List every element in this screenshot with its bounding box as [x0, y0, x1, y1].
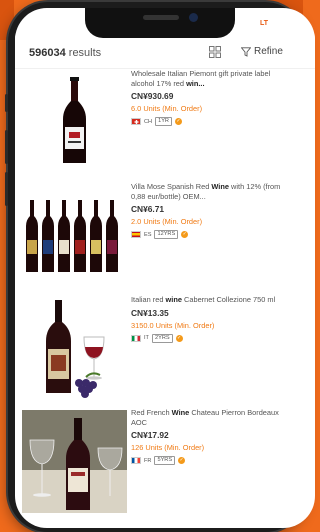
results-label: results — [68, 47, 102, 59]
filter-icon — [241, 46, 251, 57]
title-text: Italian red — [131, 295, 166, 304]
min-order: 6.0 Units (Min. Order) — [131, 104, 203, 114]
results-count: 596034 results — [29, 47, 101, 59]
verified-icon: ✓ — [181, 231, 189, 239]
product-info: Red French Wine Chateau Pierron Bordeaux… — [131, 408, 281, 466]
notch — [85, 8, 235, 38]
verified-icon: ✓ — [178, 457, 186, 465]
phone-screen: LT 596034 results Refine Wholesale Itali… — [15, 8, 315, 528]
product-image[interactable] — [22, 410, 127, 513]
product-card[interactable]: Red French Wine Chateau Pierron Bordeaux… — [15, 407, 315, 520]
wine-bottle-glass-icon — [46, 300, 105, 398]
front-camera — [189, 13, 198, 22]
product-title[interactable]: Red French Wine Chateau Pierron Bordeaux… — [131, 408, 281, 427]
wine-bottles-icon — [26, 200, 118, 272]
years-badge: 12YRS — [154, 230, 179, 240]
supplier-badges: FR 5YRS ✓ — [131, 456, 281, 466]
swiss-flag-icon — [131, 118, 141, 126]
min-order: 126 Units (Min. Order) — [131, 443, 205, 453]
product-title[interactable]: Villa Mose Spanish Red Wine with 12% (fr… — [131, 182, 281, 201]
spain-flag-icon — [131, 231, 141, 239]
result-count-number: 596034 — [29, 47, 66, 59]
product-image[interactable] — [22, 71, 127, 174]
italy-flag-icon — [131, 334, 141, 342]
product-price: CN¥17.92 — [131, 430, 169, 441]
refine-label: Refine — [254, 46, 283, 57]
product-info: Wholesale Italian Piemont gift private l… — [131, 69, 281, 127]
refine-button[interactable]: Refine — [241, 46, 283, 57]
product-price: CN¥6.71 — [131, 204, 165, 215]
product-title[interactable]: Wholesale Italian Piemont gift private l… — [131, 69, 281, 88]
product-list: Wholesale Italian Piemont gift private l… — [15, 68, 315, 520]
verified-icon: ✓ — [174, 118, 182, 126]
title-highlight: Wine — [171, 408, 190, 417]
supplier-badges: ES 12YRS ✓ — [131, 230, 281, 240]
title-highlight: wine — [165, 295, 182, 304]
country-code: CH — [144, 118, 153, 125]
years-badge: 1YR — [155, 117, 172, 127]
product-info: Villa Mose Spanish Red Wine with 12% (fr… — [131, 182, 281, 240]
volume-down-button — [5, 172, 8, 206]
supplier-badges: CH 1YR ✓ — [131, 117, 281, 127]
min-order: 2.0 Units (Min. Order) — [131, 217, 203, 227]
product-info: Italian red wine Cabernet Collezione 750… — [131, 295, 281, 343]
min-order: 3150.0 Units (Min. Order) — [131, 320, 215, 330]
product-card[interactable]: Villa Mose Spanish Red Wine with 12% (fr… — [15, 181, 315, 294]
product-card[interactable]: Wholesale Italian Piemont gift private l… — [15, 68, 315, 181]
grid-view-icon[interactable] — [209, 46, 221, 58]
years-badge: 5YRS — [154, 456, 176, 466]
title-text: Red French — [131, 408, 172, 417]
volume-up-button — [5, 130, 8, 164]
title-highlight: Wine — [211, 182, 229, 191]
product-title[interactable]: Italian red wine Cabernet Collezione 750… — [131, 295, 281, 305]
country-code: FR — [144, 457, 152, 464]
mute-switch — [5, 94, 8, 112]
product-price: CN¥13.35 — [131, 307, 169, 318]
speaker-grille — [143, 15, 179, 20]
product-price: CN¥930.69 — [131, 91, 174, 102]
country-code: IT — [144, 335, 149, 342]
results-toolbar: 596034 results Refine — [15, 34, 315, 69]
title-highlight: win... — [186, 78, 205, 88]
france-flag-icon — [131, 457, 141, 465]
supplier-badges: IT 2YRS ✓ — [131, 333, 281, 343]
wine-bottle-icon — [63, 77, 86, 163]
wine-bottle-table-icon — [22, 410, 127, 513]
status-text: LT — [260, 20, 269, 27]
title-text: Cabernet Collezione 750 ml — [181, 295, 276, 304]
product-image[interactable] — [22, 184, 127, 287]
product-card[interactable]: Italian red wine Cabernet Collezione 750… — [15, 294, 315, 407]
years-badge: 2YRS — [151, 333, 173, 343]
title-text: Villa Mose Spanish Red — [131, 182, 212, 191]
country-code: ES — [144, 231, 152, 238]
verified-icon: ✓ — [175, 334, 183, 342]
product-image[interactable] — [22, 297, 127, 400]
